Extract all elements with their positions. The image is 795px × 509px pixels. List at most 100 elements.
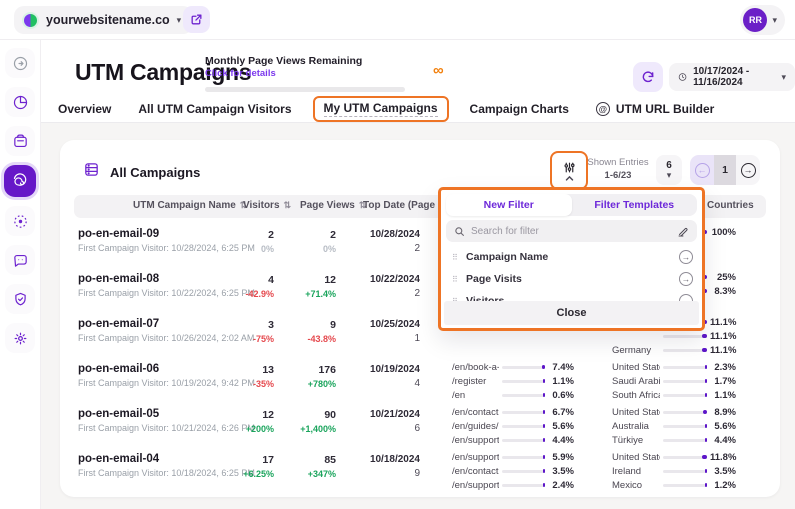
tab-my-utm-campaigns[interactable]: My UTM Campaigns xyxy=(313,96,449,122)
sidebar-item-shield-check[interactable] xyxy=(5,284,35,314)
column-header-countries[interactable]: Countries xyxy=(707,200,754,211)
filter-panel-tabs: New Filter Filter Templates xyxy=(446,194,697,216)
sidebar-item-settings[interactable] xyxy=(5,323,35,353)
page-pct: 0.6% xyxy=(548,390,574,401)
page-pct: 2.4% xyxy=(548,480,574,491)
drag-handle-icon[interactable]: ⠿ xyxy=(452,275,466,284)
country-entry: United States2.3% xyxy=(574,360,766,374)
page-pct: 5.6% xyxy=(548,421,574,432)
pageviews-cell: 176+780% xyxy=(274,357,336,402)
page-size-select[interactable]: 6 ▾ xyxy=(656,155,682,185)
filter-item-page-visits[interactable]: ⠿Page Visits→ xyxy=(446,268,697,290)
page-name: /en xyxy=(452,390,499,401)
quota-details-link[interactable]: Click for details xyxy=(205,68,405,79)
quota-widget: Monthly Page Views Remaining Click for d… xyxy=(205,55,405,92)
arrow-right-circle-icon[interactable]: → xyxy=(679,272,693,286)
page-pct: 3.5% xyxy=(548,466,574,477)
target-icon xyxy=(12,213,29,230)
eraser-icon[interactable] xyxy=(677,225,689,237)
filter-item-campaign-name[interactable]: ⠿Campaign Name→ xyxy=(446,246,697,268)
date-range-picker[interactable]: 10/17/2024 - 11/16/2024 ▾ xyxy=(669,63,795,91)
first-visitor-info: First Campaign Visitor: 10/18/2024, 6:25… xyxy=(78,468,224,478)
sidebar-item-pie-chart[interactable] xyxy=(5,87,35,117)
pageviews-value: 176 xyxy=(274,364,336,376)
tab-campaign-charts[interactable]: Campaign Charts xyxy=(470,102,569,116)
campaign-name-cell: po-en-email-07First Campaign Visitor: 10… xyxy=(74,312,224,357)
page-entry: /en/support...5.9% xyxy=(420,450,574,464)
visitors-change: -42.9% xyxy=(224,289,274,299)
pageviews-change: 0% xyxy=(274,244,336,254)
sidebar-item-panel-toggle[interactable] xyxy=(5,48,35,78)
top-date-cell: 10/22/20242 xyxy=(336,267,420,312)
chevron-up-icon xyxy=(565,175,574,181)
mini-bar xyxy=(663,470,707,473)
pageviews-value: 90 xyxy=(274,409,336,421)
tab-filter-templates[interactable]: Filter Templates xyxy=(572,194,698,216)
country-name: United States xyxy=(612,362,660,373)
country-entry: Germany11.1% xyxy=(574,343,766,357)
country-pct: 3.5% xyxy=(710,466,736,477)
top-date-cell: 10/21/20246 xyxy=(336,402,420,447)
tab-overview[interactable]: Overview xyxy=(58,102,111,116)
panel-toggle-icon xyxy=(12,55,29,72)
first-visitor-info: First Campaign Visitor: 10/26/2024, 2:02… xyxy=(78,333,224,343)
campaign-name-cell: po-en-email-09First Campaign Visitor: 10… xyxy=(74,222,224,267)
table-row[interactable]: po-en-email-05First Campaign Visitor: 10… xyxy=(74,402,766,447)
arrow-left-icon: ← xyxy=(695,163,710,178)
column-header-utm-campaign-name[interactable]: UTM Campaign Name⇅ xyxy=(133,200,247,211)
campaign-name-cell: po-en-email-08First Campaign Visitor: 10… xyxy=(74,267,224,312)
top-date-count: 9 xyxy=(336,468,420,479)
avatar: RR xyxy=(743,8,767,32)
country-pct: 1.1% xyxy=(710,390,736,401)
visitors-value: 17 xyxy=(224,454,274,466)
user-menu[interactable]: RR ▾ xyxy=(740,5,785,35)
sidebar-item-target[interactable] xyxy=(5,206,35,236)
campaign-name-cell: po-en-email-06First Campaign Visitor: 10… xyxy=(74,357,224,402)
prev-page-button[interactable]: ← xyxy=(690,155,714,185)
tab-new-filter[interactable]: New Filter xyxy=(446,194,572,216)
tab-label: Campaign Charts xyxy=(470,102,569,116)
column-header-visitors[interactable]: Visitors⇅ xyxy=(243,200,291,211)
refresh-button[interactable] xyxy=(633,62,663,92)
chevron-down-icon: ▾ xyxy=(781,73,786,82)
country-name: United States xyxy=(612,407,660,418)
mini-bar xyxy=(663,425,707,428)
table-row[interactable]: po-en-email-04First Campaign Visitor: 10… xyxy=(74,447,766,492)
drag-handle-icon[interactable]: ⠿ xyxy=(452,253,466,262)
country-name: South Africa xyxy=(612,390,660,401)
open-site-button[interactable] xyxy=(183,6,210,33)
top-date-value: 10/19/2024 xyxy=(336,364,420,375)
next-page-button[interactable]: → xyxy=(736,155,760,185)
shown-entries-label: Shown Entries xyxy=(584,157,652,168)
country-pct: 100% xyxy=(710,227,736,238)
pageviews-change: +347% xyxy=(274,469,336,479)
first-visitor-info: First Campaign Visitor: 10/28/2024, 6:25… xyxy=(78,243,224,253)
country-name: Mexico xyxy=(612,480,660,491)
sidebar-item-utm-campaigns[interactable] xyxy=(4,165,36,197)
table-row[interactable]: po-en-email-06First Campaign Visitor: 10… xyxy=(74,357,766,402)
visitors-change: -35% xyxy=(224,379,274,389)
country-name: Germany xyxy=(612,345,660,356)
sidebar-item-chat[interactable] xyxy=(5,245,35,275)
tab-utm-url-builder[interactable]: @UTM URL Builder xyxy=(596,102,714,116)
arrow-right-circle-icon[interactable]: → xyxy=(679,250,693,264)
column-header-page-views[interactable]: Page Views⇅ xyxy=(300,200,366,211)
visitors-cell: 3-75% xyxy=(224,312,274,357)
page-entry: /register1.1% xyxy=(420,374,574,388)
external-link-icon xyxy=(190,13,203,26)
filter-button[interactable] xyxy=(550,151,588,190)
country-entry: Australia5.6% xyxy=(574,419,766,433)
filter-search-input[interactable] xyxy=(471,226,671,237)
site-selector[interactable]: yourwebsitename.co ▾ xyxy=(14,6,193,34)
country-pct: 1.2% xyxy=(710,480,736,491)
sidebar-item-inbox[interactable] xyxy=(5,126,35,156)
campaign-name: po-en-email-05 xyxy=(78,408,224,420)
close-button[interactable]: Close xyxy=(444,301,699,325)
top-bar: yourwebsitename.co ▾ RR ▾ xyxy=(0,0,795,40)
tab-all-utm-campaign-visitors[interactable]: All UTM Campaign Visitors xyxy=(138,102,291,116)
shield-check-icon xyxy=(12,291,29,308)
sort-icon: ⇅ xyxy=(284,200,292,211)
visitors-value: 13 xyxy=(224,364,274,376)
visitors-value: 12 xyxy=(224,409,274,421)
page-pct: 5.9% xyxy=(548,452,574,463)
